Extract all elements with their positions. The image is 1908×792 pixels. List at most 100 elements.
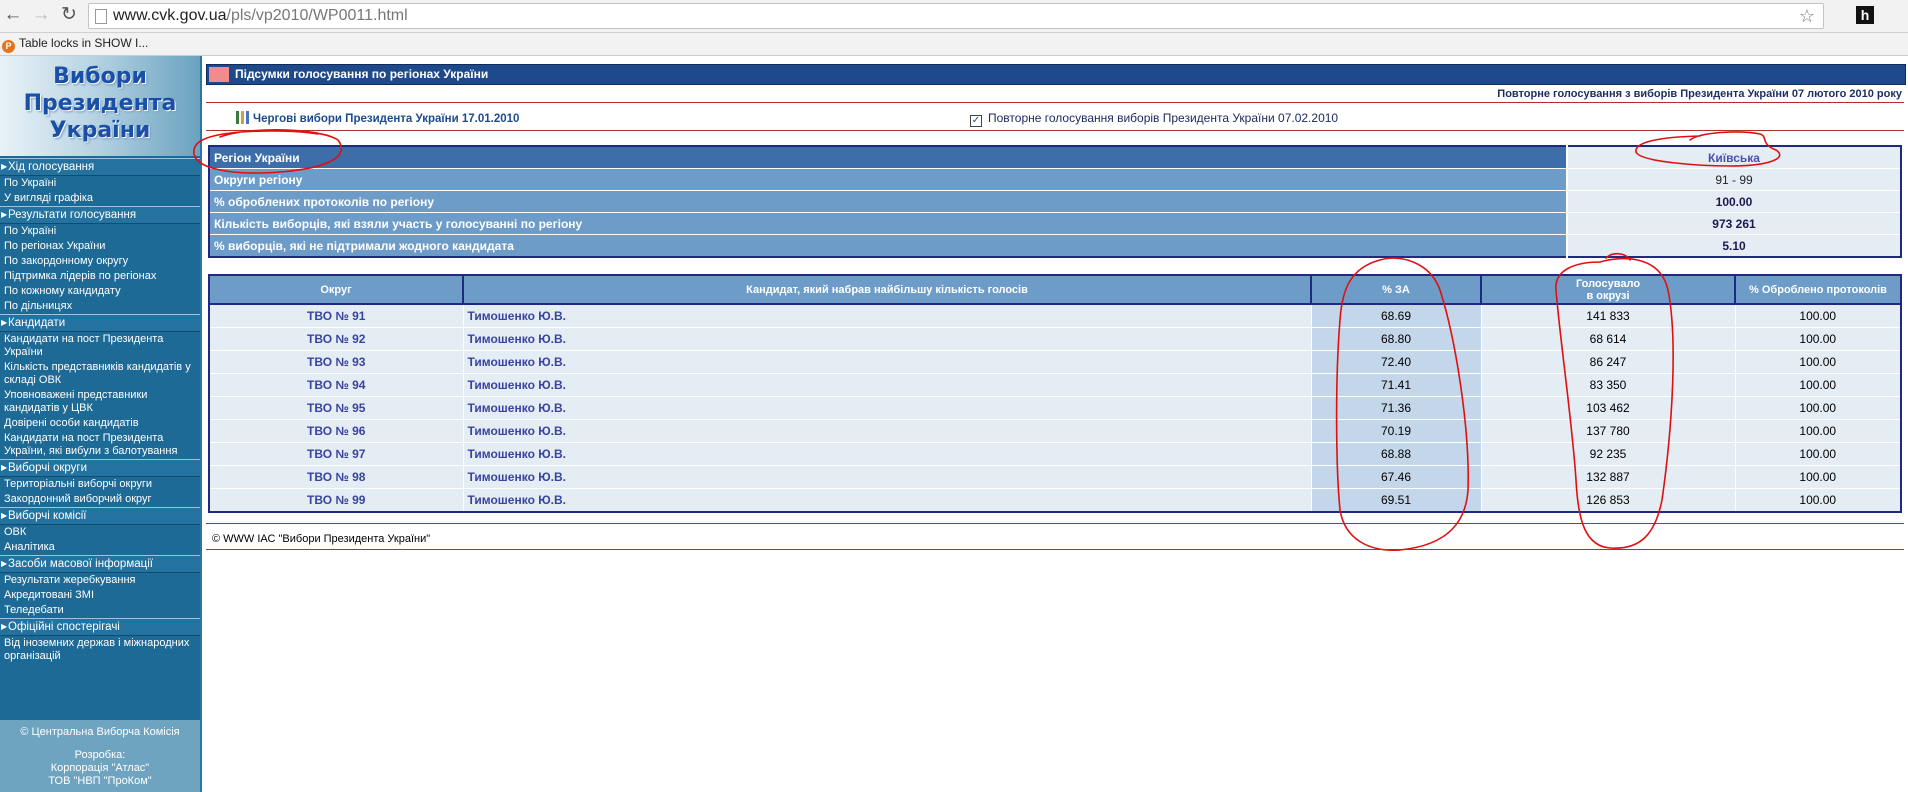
district-link[interactable]: ТВО № 95	[208, 396, 464, 420]
sidebar-menu-item[interactable]: Теледебати	[0, 603, 200, 618]
col-header-voted: Голосувало в окрузі	[1480, 274, 1736, 305]
sidebar-menu-item[interactable]: Кандидати на пост Президента України, як…	[0, 431, 200, 459]
summary-row: % виборців, які не підтримали жодного ка…	[209, 234, 1901, 258]
voted-count: 86 247	[1480, 350, 1736, 374]
extension-icon[interactable]: h	[1856, 6, 1874, 24]
divider	[206, 130, 1904, 131]
sidebar-menu-item[interactable]: Кількість представників кандидатів у скл…	[0, 360, 200, 388]
sidebar-menu-item[interactable]: По кожному кандидату	[0, 284, 200, 299]
district-link[interactable]: ТВО № 92	[208, 327, 464, 351]
forward-arrow-icon[interactable]: →	[30, 4, 52, 26]
district-link[interactable]: ТВО № 98	[208, 465, 464, 489]
processed-pct: 100.00	[1734, 442, 1902, 466]
sidebar-section-header[interactable]: ▶ Засоби масової інформації	[0, 555, 200, 573]
sidebar-menu-item[interactable]: Акредитовані ЗМІ	[0, 588, 200, 603]
candidate-name: Тимошенко Ю.В.	[462, 488, 1312, 513]
pct-for-value: 71.41	[1310, 373, 1482, 397]
pct-for-value: 68.88	[1310, 442, 1482, 466]
page-title-bar: Підсумки голосування по регіонах України	[206, 64, 1906, 85]
voted-count: 83 350	[1480, 373, 1736, 397]
col-header-candidate: Кандидат, який набрав найбільшу кількіст…	[462, 274, 1312, 305]
reload-icon[interactable]: ↻	[58, 4, 80, 26]
processed-pct: 100.00	[1734, 419, 1902, 443]
candidate-name: Тимошенко Ю.В.	[462, 396, 1312, 420]
summary-value: 91 - 99	[1567, 168, 1901, 191]
pct-for-value: 72.40	[1310, 350, 1482, 374]
title-marker	[209, 67, 229, 82]
sidebar: Вибори Президента України ▶ Хід голосуван…	[0, 56, 202, 792]
sidebar-section-header[interactable]: ▶ Кандидати	[0, 314, 200, 332]
district-link[interactable]: ТВО № 99	[208, 488, 464, 513]
table-row: ТВО № 99 Тимошенко Ю.В. 69.51 126 853 100.00	[208, 488, 1902, 513]
dev-credits: Розробка: Корпорація "Атлас" ТОВ "НВП "П…	[48, 749, 152, 787]
table-row: ТВО № 98 Тимошенко Ю.В. 67.46 132 887 100.00	[208, 465, 1902, 489]
sidebar-menu-item[interactable]: Уповноважені представники кандидатів у Ц…	[0, 388, 200, 416]
candidate-name: Тимошенко Ю.В.	[462, 419, 1312, 443]
candidate-name: Тимошенко Ю.В.	[462, 373, 1312, 397]
sidebar-menu-item[interactable]: Кандидати на пост Президента України	[0, 332, 200, 360]
sidebar-menu-item[interactable]: По Україні	[0, 176, 200, 191]
sidebar-footer: © Центральна Виборча Комісія Розробка: К…	[0, 720, 200, 792]
col-header-district: Округ	[208, 274, 464, 305]
processed-pct: 100.00	[1734, 396, 1902, 420]
summary-row: % оброблених протоколів по регіону 100.0…	[209, 190, 1901, 213]
sidebar-section-header[interactable]: ▶ Виборчі комісії	[0, 507, 200, 525]
sidebar-menu-item[interactable]: По дільницях	[0, 299, 200, 314]
repeat-election-selected[interactable]: ✓ Повторне голосування виборів Президента…	[970, 111, 1338, 127]
region-name-link[interactable]: Київська	[1567, 146, 1901, 169]
sidebar-menu-item[interactable]: Закордонний виборчий округ	[0, 492, 200, 507]
sidebar-section-header[interactable]: ▶ Офіційні спостерігачі	[0, 618, 200, 636]
district-link[interactable]: ТВО № 96	[208, 419, 464, 443]
summary-row-region: Регіон України Київська	[209, 146, 1901, 169]
sidebar-section-header[interactable]: ▶ Виборчі округи	[0, 459, 200, 477]
triangle-right-icon: ▶	[1, 622, 8, 631]
pct-for-value: 67.46	[1310, 465, 1482, 489]
sidebar-menu-item[interactable]: Підтримка лідерів по регіонах	[0, 269, 200, 284]
back-arrow-icon[interactable]: ←	[2, 4, 24, 26]
processed-pct: 100.00	[1734, 350, 1902, 374]
bar-chart-icon	[236, 111, 249, 124]
bookmark-favicon-icon: P	[2, 40, 15, 53]
voted-count: 141 833	[1480, 303, 1736, 328]
sidebar-menu-item[interactable]: Аналітика	[0, 540, 200, 555]
results-header-row: Округ Кандидат, який набрав найбільшу кі…	[208, 274, 1902, 305]
address-bar[interactable]: www.cvk.gov.ua/pls/vp2010/WP0011.html ☆	[88, 3, 1824, 29]
bookmark-item[interactable]: P Table locks in SHOW I...	[2, 36, 148, 53]
district-link[interactable]: ТВО № 94	[208, 373, 464, 397]
sidebar-section-header[interactable]: ▶ Результати голосування	[0, 206, 200, 224]
divider	[206, 549, 1904, 550]
triangle-right-icon: ▶	[1, 318, 8, 327]
sidebar-menu-item[interactable]: Від іноземних держав і міжнародних орган…	[0, 636, 200, 664]
pct-for-value: 71.36	[1310, 396, 1482, 420]
summary-row: Округи регіону 91 - 99	[209, 168, 1901, 191]
sidebar-menu-item[interactable]: По закордонному округу	[0, 254, 200, 269]
triangle-right-icon: ▶	[1, 210, 8, 219]
sidebar-menu-item[interactable]: У вигляді графіка	[0, 191, 200, 206]
sidebar-menu-item[interactable]: ОВК	[0, 525, 200, 540]
candidate-name: Тимошенко Ю.В.	[462, 350, 1312, 374]
district-link[interactable]: ТВО № 93	[208, 350, 464, 374]
processed-pct: 100.00	[1734, 373, 1902, 397]
sidebar-menu-item[interactable]: Територіальні виборчі округи	[0, 477, 200, 492]
district-link[interactable]: ТВО № 91	[208, 303, 464, 328]
voted-count: 137 780	[1480, 419, 1736, 443]
pct-for-value: 68.80	[1310, 327, 1482, 351]
bookmark-star-icon[interactable]: ☆	[1799, 4, 1815, 28]
processed-pct: 100.00	[1734, 488, 1902, 513]
summary-label: Округи регіону	[209, 168, 1568, 191]
table-row: ТВО № 92 Тимошенко Ю.В. 68.80 68 614 100.00	[208, 327, 1902, 351]
site-logo[interactable]: Вибори Президента України	[0, 56, 200, 156]
sidebar-menu: ▶ Хід голосування По Україні У вигляді граф…	[0, 158, 200, 664]
district-link[interactable]: ТВО № 97	[208, 442, 464, 466]
sidebar-menu-item[interactable]: Довірені особи кандидатів	[0, 416, 200, 431]
sidebar-menu-item[interactable]: По Україні	[0, 224, 200, 239]
bookmarks-bar: P Table locks in SHOW I...	[0, 33, 1908, 56]
sidebar-section-header[interactable]: ▶ Хід голосування	[0, 158, 200, 176]
regular-election-link[interactable]: Чергові вибори Президента України 17.01.…	[236, 111, 519, 125]
sidebar-menu-item[interactable]: Результати жеребкування	[0, 573, 200, 588]
sidebar-menu-item[interactable]: По регіонах України	[0, 239, 200, 254]
triangle-right-icon: ▶	[1, 162, 8, 171]
table-row: ТВО № 95 Тимошенко Ю.В. 71.36 103 462 100.00	[208, 396, 1902, 420]
triangle-right-icon: ▶	[1, 463, 8, 472]
pct-for-value: 68.69	[1310, 303, 1482, 328]
